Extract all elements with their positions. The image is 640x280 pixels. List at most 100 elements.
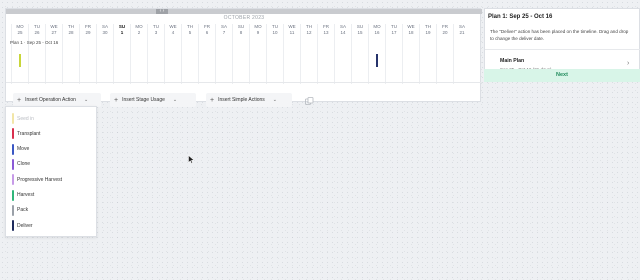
timeline-month-label: OCTOBER 2023 <box>223 15 265 21</box>
day-number: 6 <box>205 30 209 35</box>
seed-in-marker[interactable] <box>19 54 21 67</box>
insert-simple-actions-button[interactable]: + Insert Simple Actions ⌄ <box>206 93 292 107</box>
deliver-marker[interactable] <box>376 54 378 67</box>
timeline-day-column: SA 30 <box>96 24 113 84</box>
action-color-swatch <box>12 143 14 155</box>
timeline-day-column: TH 5 <box>181 24 198 84</box>
menu-item-label: Seed in <box>17 115 34 122</box>
timeline-day-column: TU 26 <box>28 24 45 84</box>
timeline-day-column: WE 27 <box>45 24 62 84</box>
action-color-swatch <box>12 220 14 232</box>
action-color-swatch <box>12 158 14 170</box>
timeline-day-column: SA 21 <box>453 24 470 84</box>
timeline-day-column: MO 2 <box>130 24 147 84</box>
day-number: 19 <box>425 30 431 35</box>
timeline-day-column: TU 17 <box>385 24 402 84</box>
timeline-day-column: SU 15 <box>351 24 368 84</box>
timeline-day-column: FR 29 <box>79 24 96 84</box>
day-number: 9 <box>256 30 260 35</box>
timeline-day-column: MO 9 <box>249 24 266 84</box>
timeline-day-column: FR 13 <box>317 24 334 84</box>
plus-icon: + <box>114 96 119 104</box>
menu-item-pack[interactable]: Pack <box>12 204 29 216</box>
menu-item-label: Transplant <box>17 130 41 137</box>
day-number: 11 <box>289 30 295 35</box>
menu-item-move[interactable]: Move <box>12 143 30 155</box>
action-color-swatch <box>12 174 14 186</box>
day-number: 21 <box>459 30 465 35</box>
insert-simple-actions-label: Insert Simple Actions <box>218 97 265 103</box>
timeline-day-column: SU 8 <box>232 24 249 84</box>
menu-item-label: Deliver <box>17 222 33 229</box>
menu-item-harvest[interactable]: Harvest <box>12 189 35 201</box>
action-color-swatch <box>12 128 14 140</box>
insert-stage-usage-button[interactable]: + Insert Stage Usage ⌄ <box>110 93 196 107</box>
menu-item-progressive-harvest[interactable]: Progressive Harvest <box>12 174 63 186</box>
timeline-scrollbar[interactable]: ‹ › <box>6 9 482 14</box>
insert-stage-usage-label: Insert Stage Usage <box>122 97 165 103</box>
plus-icon: + <box>210 96 215 104</box>
timeline-day-column: TU 3 <box>147 24 164 84</box>
timeline-day-column: WE 18 <box>402 24 419 84</box>
timeline-plan-label: Plan 1 · Sep 25 - Oct 16 <box>10 40 59 45</box>
day-number: 12 <box>306 30 312 35</box>
timeline-day-column: FR 20 <box>436 24 453 84</box>
menu-item-seed-in: Seed in <box>12 113 34 124</box>
day-number: 17 <box>391 30 397 35</box>
day-number: 8 <box>239 30 243 35</box>
day-number: 13 <box>323 30 329 35</box>
operation-action-menu: Seed in Transplant Move Clone Progressive Ha… <box>5 106 97 237</box>
menu-item-transplant[interactable]: Transplant <box>12 128 41 140</box>
timeline-panel: ‹ › OCTOBER 2023 MO 2 5 TU 26 WE 27 TH 28 FR 29 SA 3… <box>5 8 482 107</box>
action-color-swatch <box>12 113 14 124</box>
timeline-day-column: WE 11 <box>283 24 300 84</box>
next-button[interactable]: Next <box>484 69 640 82</box>
chevron-right-icon: › <box>627 60 630 67</box>
mouse-cursor-icon <box>188 155 195 164</box>
day-number: 14 <box>340 30 346 35</box>
day-number: 27 <box>51 30 57 35</box>
day-number: 15 <box>357 30 363 35</box>
timeline-day-column: SA 14 <box>334 24 351 84</box>
chevron-down-icon: ⌄ <box>172 97 178 103</box>
menu-item-label: Harvest <box>17 192 35 198</box>
timeline-day-column: TH 28 <box>62 24 79 84</box>
menu-item-deliver[interactable]: Deliver <box>12 220 33 232</box>
day-number: 29 <box>85 30 91 35</box>
timeline-days: MO 25 TU 26 WE 27 TH 28 FR 29 SA 30 SU 1 MO 2 TU 3 WE 4 TH 5 F… <box>6 24 482 84</box>
day-number: 4 <box>171 30 175 35</box>
day-number: 18 <box>408 30 414 35</box>
menu-item-label: Clone <box>17 161 31 168</box>
chevron-down-icon: ⌄ <box>83 97 89 103</box>
timeline-scroll-thumb[interactable]: ‹ › <box>156 9 168 14</box>
day-number: 28 <box>68 30 74 35</box>
timeline-divider <box>6 82 482 83</box>
copy-icon[interactable] <box>305 97 314 105</box>
day-number: 10 <box>272 30 278 35</box>
menu-item-label: Move <box>17 146 30 153</box>
panel-message: The "Deliver" action has been placed on … <box>490 29 629 41</box>
day-number: 1 <box>120 30 124 35</box>
insert-operation-action-button[interactable]: + Insert Operation Action ⌄ <box>13 93 101 107</box>
timeline-day-column: FR 6 <box>198 24 215 84</box>
day-number: 30 <box>102 30 108 35</box>
action-color-swatch <box>12 189 14 201</box>
timeline-day-column: TH 12 <box>300 24 317 84</box>
day-number: 7 <box>222 30 226 35</box>
action-color-swatch <box>12 204 14 216</box>
menu-item-clone[interactable]: Clone <box>12 158 31 170</box>
day-number: 26 <box>34 30 40 35</box>
day-number: 3 <box>154 30 158 35</box>
day-number: 5 <box>188 30 192 35</box>
timeline-day-column: TU 10 <box>266 24 283 84</box>
plan-name: Main Plan <box>500 58 525 64</box>
day-number: 16 <box>374 30 380 35</box>
insert-operation-action-label: Insert Operation Action <box>25 97 76 103</box>
chevron-down-icon: ⌄ <box>272 97 277 103</box>
menu-item-label: Progressive Harvest <box>17 176 63 183</box>
menu-item-label: Pack <box>17 207 29 214</box>
timeline-day-column: WE 4 <box>164 24 181 84</box>
timeline-day-column: TH 19 <box>419 24 436 84</box>
timeline-day-column: SA 7 <box>215 24 232 84</box>
plus-icon: + <box>17 96 22 104</box>
